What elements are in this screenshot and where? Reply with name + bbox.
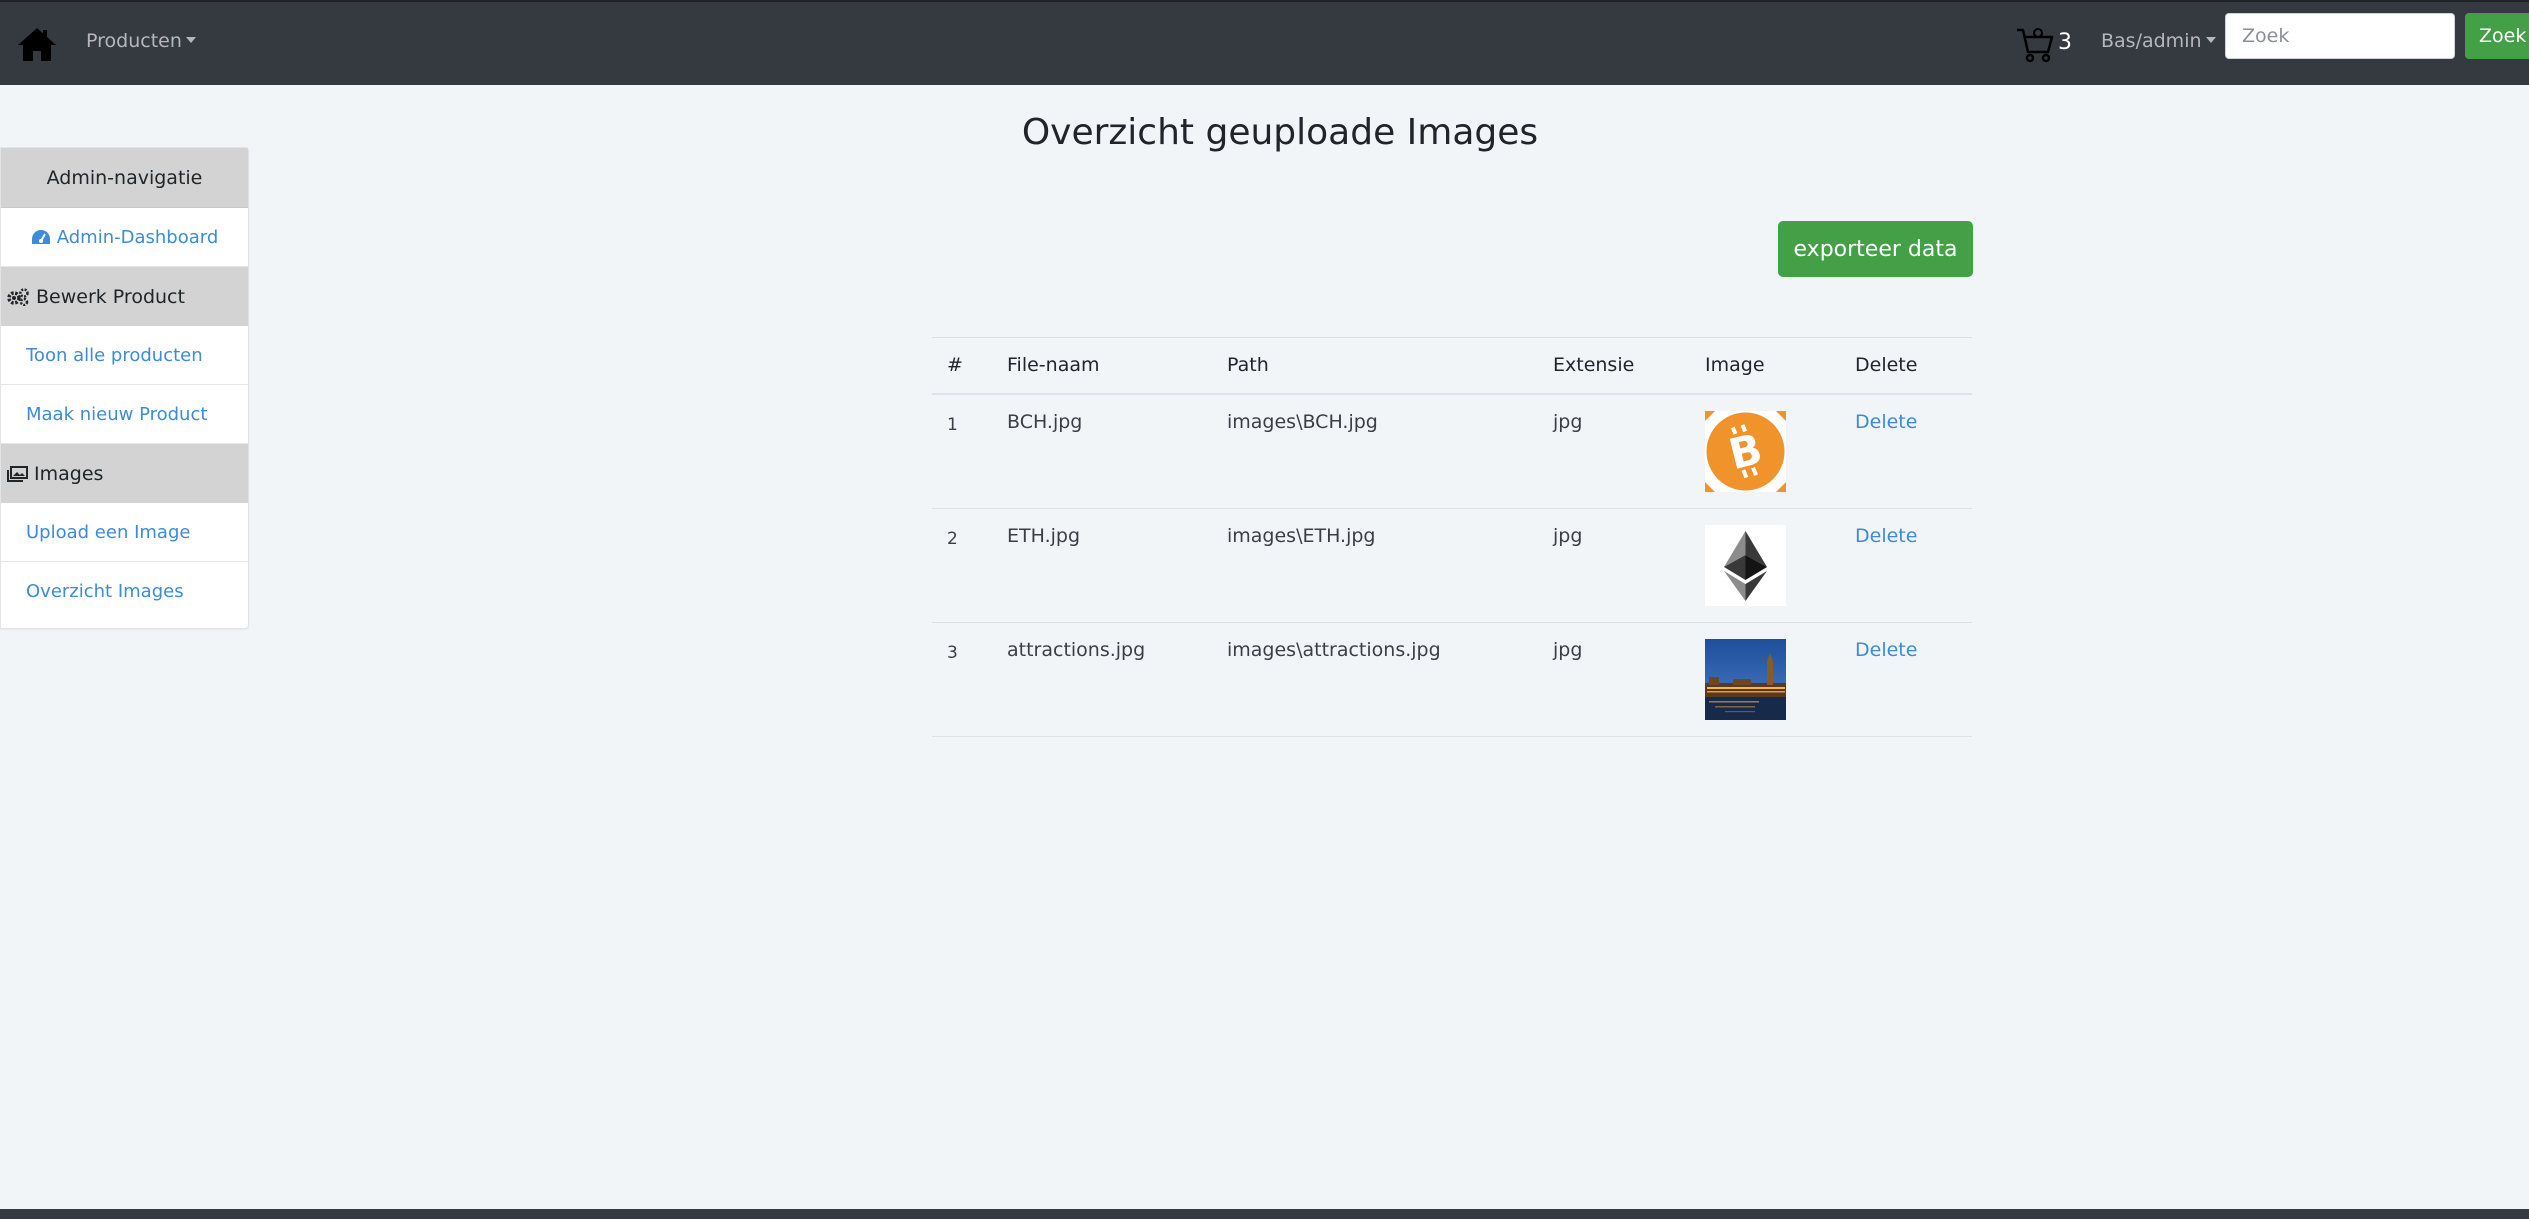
export-data-button[interactable]: exporteer data — [1778, 221, 1973, 277]
sidebar-item-label: Toon alle producten — [26, 344, 203, 366]
row-path: images\BCH.jpg — [1212, 393, 1538, 509]
sidebar-header: Admin-navigatie — [1, 148, 248, 208]
top-navbar: Producten 3 Bas/admin Zoek — [0, 0, 2529, 85]
sidebar-section-label: Images — [34, 462, 104, 485]
products-dropdown-label: Producten — [86, 30, 182, 52]
sidebar-item-label: Admin-Dashboard — [56, 226, 219, 248]
column-header-delete: Delete — [1840, 337, 1972, 395]
column-header-path: Path — [1212, 337, 1538, 395]
sidebar-item-label: Upload een Image — [26, 521, 191, 543]
images-table: # File-naam Path Extensie Image Delete 1… — [932, 337, 1972, 737]
column-header-image: Image — [1690, 337, 1840, 395]
sidebar-item-upload-image[interactable]: Upload een Image — [1, 503, 248, 562]
row-number: 3 — [932, 622, 992, 737]
row-extension: jpg — [1538, 393, 1690, 509]
column-header-filename: File-naam — [992, 337, 1212, 395]
delete-link[interactable]: Delete — [1855, 411, 1917, 433]
sidebar-item-label: Maak nieuw Product — [26, 403, 208, 425]
sidebar-section-images: Images — [1, 444, 248, 503]
sidebar-item-new-product[interactable]: Maak nieuw Product — [1, 385, 248, 444]
ethereum-thumbnail — [1705, 524, 1786, 606]
table-row: 1 BCH.jpg images\BCH.jpg jpg B Delete — [932, 393, 1972, 509]
user-dropdown[interactable]: Bas/admin — [2101, 30, 2216, 52]
delete-link[interactable]: Delete — [1855, 525, 1917, 547]
sidebar-item-admin-dashboard[interactable]: Admin-Dashboard — [1, 208, 248, 267]
gears-icon — [7, 287, 29, 306]
search-input[interactable] — [2225, 13, 2455, 59]
cart-count-badge: 3 — [2058, 30, 2072, 55]
london-photo-thumbnail — [1705, 638, 1786, 720]
bitcoin-cash-thumbnail: B — [1705, 410, 1786, 492]
table-row: 3 attractions.jpg images\attractions.jpg… — [932, 622, 1972, 737]
row-number: 1 — [932, 393, 992, 509]
delete-link[interactable]: Delete — [1855, 639, 1917, 661]
column-header-number: # — [932, 337, 992, 395]
user-dropdown-label: Bas/admin — [2101, 30, 2202, 52]
row-extension: jpg — [1538, 508, 1690, 623]
products-dropdown[interactable]: Producten — [86, 30, 196, 52]
table-row: 2 ETH.jpg images\ETH.jpg jpg Delete — [932, 508, 1972, 623]
row-filename: ETH.jpg — [992, 508, 1212, 623]
images-icon — [7, 465, 28, 482]
row-filename: attractions.jpg — [992, 622, 1212, 737]
cart-icon[interactable] — [2015, 24, 2055, 64]
chevron-down-icon — [2205, 37, 2216, 43]
sidebar-section-label: Bewerk Product — [36, 285, 185, 308]
admin-sidebar: Admin-navigatie Admin-Dashboard Bewerk P… — [0, 147, 249, 629]
row-path: images\attractions.jpg — [1212, 622, 1538, 737]
sidebar-item-all-products[interactable]: Toon alle producten — [1, 326, 248, 385]
chevron-down-icon — [185, 37, 196, 43]
dashboard-icon — [31, 229, 50, 244]
row-path: images\ETH.jpg — [1212, 508, 1538, 623]
page-title: Overzicht geuploade Images — [1021, 112, 1539, 153]
footer-bar — [0, 1209, 2529, 1219]
row-extension: jpg — [1538, 622, 1690, 737]
column-header-extension: Extensie — [1538, 337, 1690, 395]
row-filename: BCH.jpg — [992, 393, 1212, 509]
row-number: 2 — [932, 508, 992, 623]
search-button[interactable]: Zoek — [2465, 13, 2529, 59]
sidebar-section-product: Bewerk Product — [1, 267, 248, 326]
sidebar-item-overview-images[interactable]: Overzicht Images — [1, 562, 248, 621]
sidebar-item-label: Overzicht Images — [26, 581, 184, 602]
table-header-row: # File-naam Path Extensie Image Delete — [932, 337, 1972, 395]
home-icon[interactable] — [16, 26, 58, 62]
